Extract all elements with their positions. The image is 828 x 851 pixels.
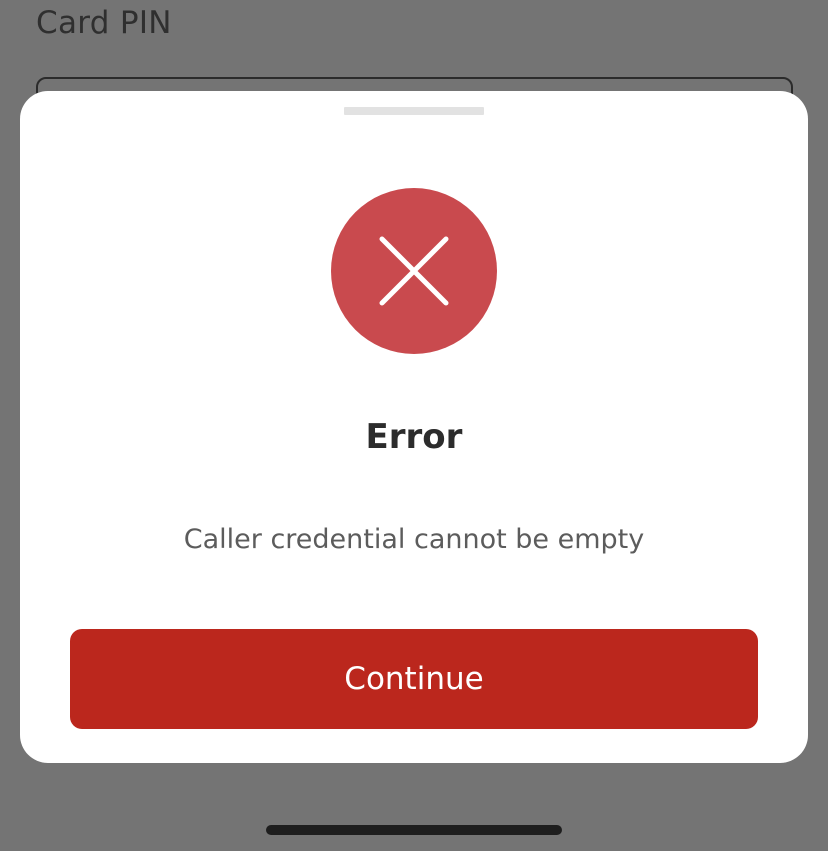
card-pin-label: Card PIN: [36, 5, 172, 41]
sheet-grabber[interactable]: [344, 107, 484, 115]
x-close-icon: [379, 236, 449, 306]
dialog-title: Error: [365, 417, 463, 457]
error-bottom-sheet: Error Caller credential cannot be empty …: [20, 91, 808, 763]
error-badge: [331, 188, 497, 354]
continue-button[interactable]: Continue: [70, 629, 758, 729]
dialog-message: Caller credential cannot be empty: [183, 524, 645, 555]
home-indicator[interactable]: [266, 825, 562, 835]
screen: Card PIN Error Caller credential cannot …: [0, 0, 828, 851]
